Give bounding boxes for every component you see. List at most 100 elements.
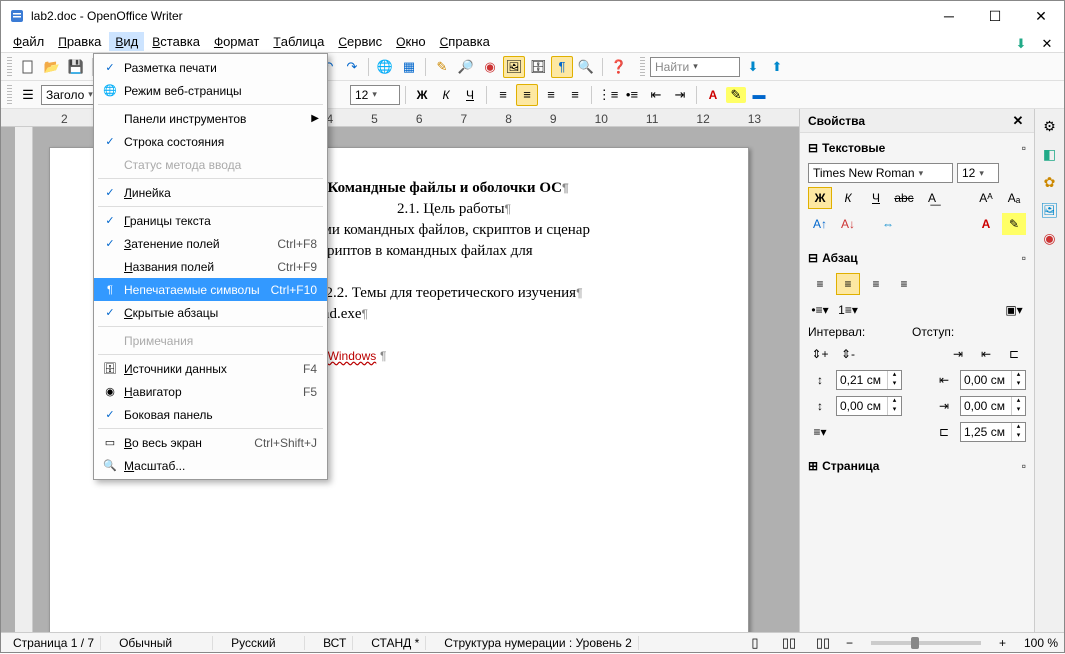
gallery-icon[interactable]: 🖼 xyxy=(503,56,525,78)
line-spacing-icon[interactable]: ≡▾ xyxy=(808,421,832,443)
toolbar-grip-2[interactable] xyxy=(640,57,645,77)
menu-item-боковая-панель[interactable]: ✓Боковая панель xyxy=(94,403,327,426)
view-single-icon[interactable]: ▯ xyxy=(744,632,766,654)
menu-item-навигатор[interactable]: ◉НавигаторF5 xyxy=(94,380,327,403)
menu-item-разметка-печати[interactable]: ✓Разметка печати xyxy=(94,56,327,79)
prop-font-combo[interactable]: Times New Roman▾ xyxy=(808,163,953,183)
underline-icon[interactable]: Ч xyxy=(459,84,481,106)
status-insert[interactable]: ВСТ xyxy=(317,636,353,650)
styles-icon[interactable]: ☰ xyxy=(17,84,39,106)
first-line-spinner[interactable]: ▴▾ xyxy=(960,422,1026,442)
inc-indent-icon[interactable]: ⇥ xyxy=(946,343,970,365)
hanging-indent-icon[interactable]: ⊏ xyxy=(1002,343,1026,365)
menu-item-режим-веб-страницы[interactable]: 🌐Режим веб-страницы xyxy=(94,79,327,102)
prop-spacing-icon[interactable]: ⇔ xyxy=(876,213,900,235)
menu-item-линейка[interactable]: ✓Линейка xyxy=(94,181,327,204)
sidebar-properties-icon[interactable]: ◧ xyxy=(1039,143,1061,165)
indent-left-spinner[interactable]: ▴▾ xyxy=(960,370,1026,390)
sidebar-gallery-icon[interactable]: 🖼 xyxy=(1039,199,1061,221)
new-doc-icon[interactable] xyxy=(17,56,39,78)
prop-underline-icon[interactable]: Ч xyxy=(864,187,888,209)
redo-icon[interactable]: ↷ xyxy=(341,56,363,78)
italic-icon[interactable]: К xyxy=(435,84,457,106)
bold-icon[interactable]: Ж xyxy=(411,84,433,106)
menu-item-границы-текста[interactable]: ✓Границы текста xyxy=(94,209,327,232)
menu-справка[interactable]: Справка xyxy=(434,32,496,51)
sidebar-settings-icon[interactable]: ⚙ xyxy=(1039,115,1061,137)
prop-shrink-a-icon[interactable]: A↓ xyxy=(836,213,860,235)
maximize-button[interactable]: ☐ xyxy=(972,1,1018,31)
menu-вид[interactable]: Вид xyxy=(109,32,144,51)
space-above-spinner[interactable]: ▴▾ xyxy=(836,370,902,390)
align-center-icon[interactable]: ≡ xyxy=(516,84,538,106)
prop-shadow-icon[interactable]: A͟ xyxy=(920,187,944,209)
prop-strike-icon[interactable]: abc xyxy=(892,187,916,209)
toolbar-grip[interactable] xyxy=(7,57,12,77)
prop-italic-icon[interactable]: К xyxy=(836,187,860,209)
numbering-icon[interactable]: ⋮≡ xyxy=(597,84,619,106)
menu-окно[interactable]: Окно xyxy=(390,32,431,51)
menu-item-масштаб...[interactable]: 🔍Масштаб... xyxy=(94,454,327,477)
zoom-value[interactable]: 100 % xyxy=(1018,636,1058,650)
prop-align-justify-icon[interactable]: ≡ xyxy=(892,273,916,295)
para-section-header[interactable]: ⊟ Абзац▫ xyxy=(808,247,1026,269)
panel-close-icon[interactable]: ✕ xyxy=(1010,113,1026,129)
update-icon[interactable]: ⬇ xyxy=(1010,33,1032,55)
inc-indent-icon[interactable]: ⇥ xyxy=(669,84,691,106)
menu-правка[interactable]: Правка xyxy=(52,32,107,51)
align-right-icon[interactable]: ≡ xyxy=(540,84,562,106)
menu-item-скрытые-абзацы[interactable]: ✓Скрытые абзацы xyxy=(94,301,327,324)
prop-size-combo[interactable]: 12▾ xyxy=(957,163,999,183)
help-icon[interactable]: ❓ xyxy=(608,56,630,78)
menu-item-источники-данных[interactable]: 🗄Источники данныхF4 xyxy=(94,357,327,380)
hyperlink-icon[interactable]: 🌐 xyxy=(374,56,396,78)
text-section-header[interactable]: ⊟ Текстовые▫ xyxy=(808,137,1026,159)
space-below-spinner[interactable]: ▴▾ xyxy=(836,396,902,416)
status-page[interactable]: Страница 1 / 7 xyxy=(7,636,101,650)
prop-sub-icon[interactable]: Aₐ xyxy=(1002,187,1026,209)
zoom-icon[interactable]: 🔍 xyxy=(575,56,597,78)
find-prev-icon[interactable]: ⬆ xyxy=(766,56,788,78)
prop-bold-icon[interactable]: Ж xyxy=(808,187,832,209)
menu-вставка[interactable]: Вставка xyxy=(146,32,206,51)
menu-файл[interactable]: Файл xyxy=(7,32,50,51)
status-lang[interactable]: Русский xyxy=(225,636,305,650)
navigator-icon[interactable]: ◉ xyxy=(479,56,501,78)
open-icon[interactable]: 📂 xyxy=(41,56,63,78)
page-section-header[interactable]: ⊞ Страница▫ xyxy=(808,455,1026,477)
find-replace-icon[interactable]: 🔎 xyxy=(455,56,477,78)
zoom-out-icon[interactable]: − xyxy=(846,636,853,650)
close-button[interactable]: ✕ xyxy=(1018,1,1064,31)
menu-item-строка-состояния[interactable]: ✓Строка состояния xyxy=(94,130,327,153)
view-multi-icon[interactable]: ▯▯ xyxy=(778,632,800,654)
prop-numbering-icon[interactable]: 1≡▾ xyxy=(836,299,860,321)
align-justify-icon[interactable]: ≡ xyxy=(564,84,586,106)
menu-формат[interactable]: Формат xyxy=(208,32,265,51)
sidebar-navigator-icon[interactable]: ◉ xyxy=(1039,227,1061,249)
font-color-icon[interactable]: A xyxy=(702,84,724,106)
menu-item-панели-инструментов[interactable]: Панели инструментов▶ xyxy=(94,107,327,130)
status-style[interactable]: Обычный xyxy=(113,636,213,650)
prop-grow-a-icon[interactable]: A↑ xyxy=(808,213,832,235)
dec-indent-icon[interactable]: ⇤ xyxy=(645,84,667,106)
drawing-icon[interactable]: ✎ xyxy=(431,56,453,78)
inc-space-icon[interactable]: ⇕+ xyxy=(808,343,832,365)
align-left-icon[interactable]: ≡ xyxy=(492,84,514,106)
table-icon[interactable]: ▦ xyxy=(398,56,420,78)
status-std[interactable]: СТАНД * xyxy=(365,636,426,650)
bg-color-icon[interactable]: ▬ xyxy=(748,84,770,106)
highlight-icon[interactable]: ✎ xyxy=(726,87,746,103)
prop-highlight-icon[interactable]: ✎ xyxy=(1002,213,1026,235)
prop-align-center-icon[interactable]: ≡ xyxy=(836,273,860,295)
minimize-button[interactable]: ─ xyxy=(926,1,972,31)
dec-space-icon[interactable]: ⇕- xyxy=(836,343,860,365)
toolbar-grip-3[interactable] xyxy=(7,85,12,105)
find-next-icon[interactable]: ⬇ xyxy=(742,56,764,78)
dec-indent-icon[interactable]: ⇤ xyxy=(974,343,998,365)
view-book-icon[interactable]: ▯▯ xyxy=(812,632,834,654)
prop-align-left-icon[interactable]: ≡ xyxy=(808,273,832,295)
prop-bg-icon[interactable]: ▣▾ xyxy=(1002,299,1026,321)
save-icon[interactable]: 💾 xyxy=(65,56,87,78)
zoom-in-icon[interactable]: + xyxy=(999,636,1006,650)
prop-super-icon[interactable]: Aᴬ xyxy=(974,187,998,209)
